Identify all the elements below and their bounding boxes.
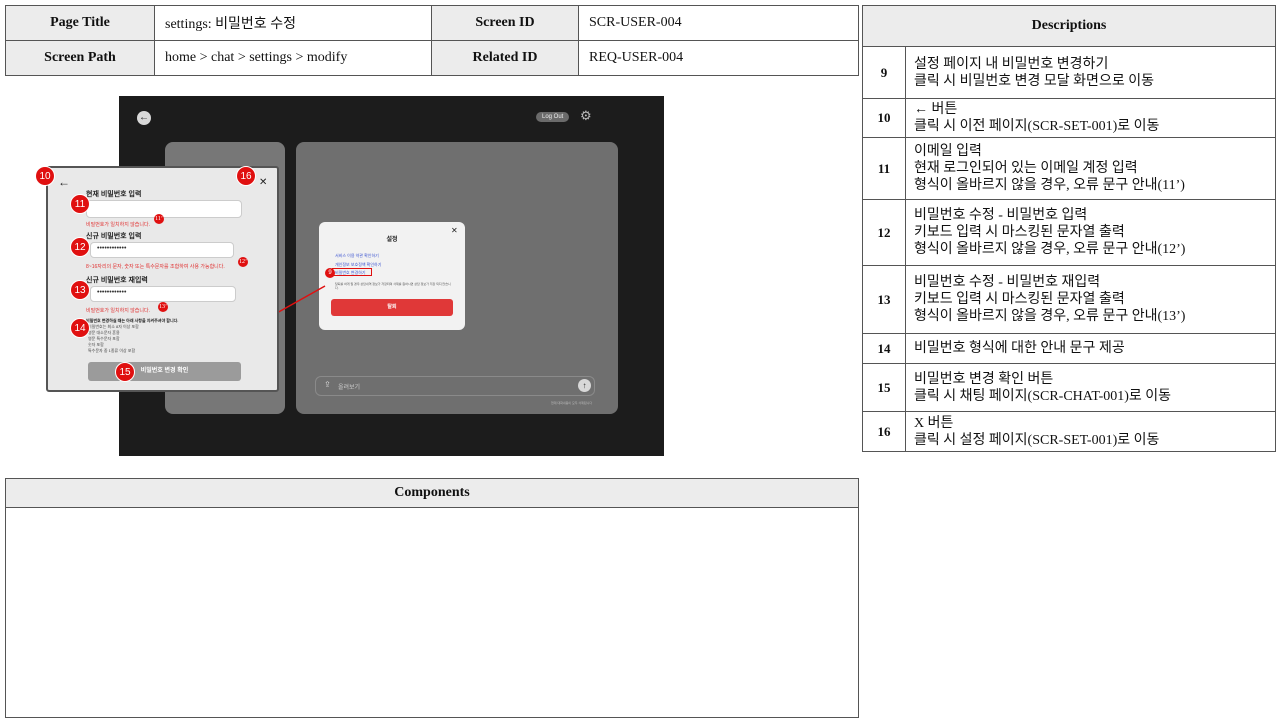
new-password-input[interactable]: •••••••••••• [90,242,234,258]
page-title-value: settings: 비밀번호 수정 [154,5,432,41]
related-id-value: REQ-USER-004 [578,40,859,76]
current-password-input[interactable] [86,200,242,218]
badge-12: 12 [70,237,90,257]
confirm-password-input[interactable]: •••••••••••• [90,286,236,302]
descriptions-table: Descriptions 9 설정 페이지 내 비밀번호 변경하기 클릭 시 비밀번… [862,5,1276,452]
description-line: 비밀번호 변경 확인 버튼 [914,371,1054,387]
badge-13: 13 [70,280,90,300]
settings-item-password[interactable]: 비밀번호 변경하기 [335,270,366,276]
description-number: 12 [862,199,906,266]
description-text: 설정 페이지 내 비밀번호 변경하기 클릭 시 비밀번호 변경 모달 화면으로 이… [905,46,1276,99]
description-row: 13 비밀번호 수정 - 비밀번호 재입력 키보드 입력 시 마스킹된 문자열 출력… [862,265,1276,334]
new-password-value: •••••••••••• [97,245,127,252]
description-line: 형식이 올바르지 않을 경우, 오류 문구 안내(13’) [914,309,1186,324]
description-number: 11 [862,137,906,200]
badge-14: 14 [70,318,90,338]
chat-note: 현재 대화내용이 모두 삭제됩니다 [551,401,593,405]
description-text: X 버튼 클릭 시 설정 페이지(SCR-SET-001)로 이동 [905,411,1276,452]
description-row: 9 설정 페이지 내 비밀번호 변경하기 클릭 시 비밀번호 변경 모달 화면으로 … [862,46,1276,99]
password-submit-button[interactable]: 비밀번호 변경 확인 [88,362,241,381]
withdraw-button[interactable]: 탈퇴 [331,299,453,316]
description-text: 비밀번호 변경 확인 버튼 클릭 시 채팅 페이지(SCR-CHAT-001)로 … [905,363,1276,412]
description-row: 11 이메일 입력 현재 로그인되어 있는 이메일 계정 입력 형식이 올바르지 않을… [862,137,1276,200]
description-row: 12 비밀번호 수정 - 비밀번호 입력 키보드 입력 시 마스킹된 문자열 출력 형… [862,199,1276,266]
related-id-label: Related ID [431,40,579,76]
new-password-error: 8~16자리의 문자, 숫자 또는 특수문자를 조합하여 사용 가능합니다. [86,264,225,270]
rule-item: 특수문자 중 1종류 이상 포함 [88,348,136,353]
chat-input[interactable]: ⇪ 올려보기 ↑ [315,376,595,396]
logout-button[interactable]: Log Out [536,112,570,122]
screen-id-label: Screen ID [431,5,579,41]
screen-path-value: home > chat > settings > modify [154,40,432,76]
components-title: Components [6,479,858,508]
description-number: 10 [862,98,906,138]
components-section: Components [5,478,859,718]
back-icon[interactable]: ← [137,111,151,125]
description-line: 형식이 올바르지 않을 경우, 오류 문구 안내(12’) [914,242,1186,257]
description-number: 14 [862,333,906,364]
description-line: 비밀번호 수정 - 비밀번호 입력 [914,208,1088,223]
description-line: 클릭 시 설정 페이지(SCR-SET-001)로 이동 [914,432,1160,448]
confirm-password-error: 비밀번호가 일치하지 않습니다. [86,308,150,314]
description-line: 설정 페이지 내 비밀번호 변경하기 [914,56,1109,72]
badge-11: 11 [70,194,90,214]
modal-close-icon[interactable]: ✕ [259,177,267,188]
description-line: 비밀번호 형식에 대한 안내 문구 제공 [914,341,1125,356]
confirm-password-value: •••••••••••• [97,289,127,296]
description-text: 비밀번호 수정 - 비밀번호 재입력키보드 입력 시 마스킹된 문자열 출력형식… [905,265,1276,334]
attach-icon[interactable]: ⇪ [324,380,331,389]
description-number: 13 [862,265,906,334]
description-number: 16 [862,411,906,452]
description-line: 키보드 입력 시 마스킹된 문자열 출력 [914,225,1125,240]
connector-line [274,285,326,315]
description-number: 9 [862,46,906,99]
badge-11-prime: 11’ [154,214,164,224]
description-row: 10 ← 버튼 클릭 시 이전 페이지(SCR-SET-001)로 이동 [862,98,1276,138]
description-row: 16 X 버튼 클릭 시 설정 페이지(SCR-SET-001)로 이동 [862,411,1276,452]
description-text: 비밀번호 형식에 대한 안내 문구 제공 [905,333,1276,364]
screen-id-value: SCR-USER-004 [578,5,859,41]
badge-9: 9 [325,268,335,278]
description-row: 15 비밀번호 변경 확인 버튼 클릭 시 채팅 페이지(SCR-CHAT-001)… [862,363,1276,412]
description-line: 클릭 시 비밀번호 변경 모달 화면으로 이동 [914,73,1154,89]
modal-back-icon[interactable]: ← [58,175,70,189]
header-table: Page Title settings: 비밀번호 수정 Screen ID S… [5,5,859,76]
withdraw-note: 탈퇴를 하게 될 경우 상담내역 정보가 저장되며 삭제를 원하시면 상담 정보… [335,282,451,290]
description-text: 비밀번호 수정 - 비밀번호 입력키보드 입력 시 마스킹된 문자열 출력형식이… [905,199,1276,266]
badge-16: 16 [236,166,256,186]
new-password-label: 신규 비밀번호 입력 [86,233,142,240]
description-number: 15 [862,363,906,412]
description-line: X 버튼 [914,415,954,431]
screen-path-label: Screen Path [5,40,155,76]
description-line: 클릭 시 채팅 페이지(SCR-CHAT-001)로 이동 [914,388,1172,404]
description-line: 이메일 입력 [914,144,982,159]
badge-12-prime: 12’ [238,257,248,267]
description-line: 클릭 시 이전 페이지(SCR-SET-001)로 이동 [914,119,1160,134]
current-password-label: 현재 비밀번호 입력 [86,191,142,198]
badge-13-prime: 13’ [158,302,168,312]
description-line: 비밀번호 수정 - 비밀번호 재입력 [914,275,1101,290]
descriptions-title: Descriptions [862,5,1276,47]
badge-10: 10 [35,166,55,186]
description-text: 이메일 입력현재 로그인되어 있는 이메일 계정 입력형식이 올바르지 않을 경… [905,137,1276,200]
settings-title: 설정 [386,237,398,243]
description-line: 키보드 입력 시 마스킹된 문자열 출력 [914,292,1125,307]
description-line: ← 버튼 [914,102,958,117]
confirm-password-label: 신규 비밀번호 재입력 [86,277,148,284]
description-text: ← 버튼클릭 시 이전 페이지(SCR-SET-001)로 이동 [905,98,1276,138]
chat-placeholder: 올려보기 [338,385,361,391]
page-title-label: Page Title [5,5,155,41]
description-line: 형식이 올바르지 않을 경우, 오류 문구 안내(11’) [914,178,1185,193]
settings-item-terms[interactable]: 서비스 이용 약관 확인하기 [335,253,379,259]
description-row: 14 비밀번호 형식에 대한 안내 문구 제공 [862,333,1276,364]
gear-icon[interactable]: ⚙ [580,108,592,124]
settings-modal: ✕ 설정 서비스 이용 약관 확인하기 개인정보 보호정책 확인하기 비밀번호 … [319,222,465,330]
rules-list: 비밀번호는 최소 8자 이상 포함 영문 대소문자 혼용 영문 특수문자 포함 … [88,324,139,354]
description-line: 현재 로그인되어 있는 이메일 계정 입력 [914,161,1138,176]
send-icon[interactable]: ↑ [578,379,591,392]
badge-15: 15 [115,362,135,382]
current-password-error: 비밀번호가 일치하지 않습니다. [86,222,150,228]
